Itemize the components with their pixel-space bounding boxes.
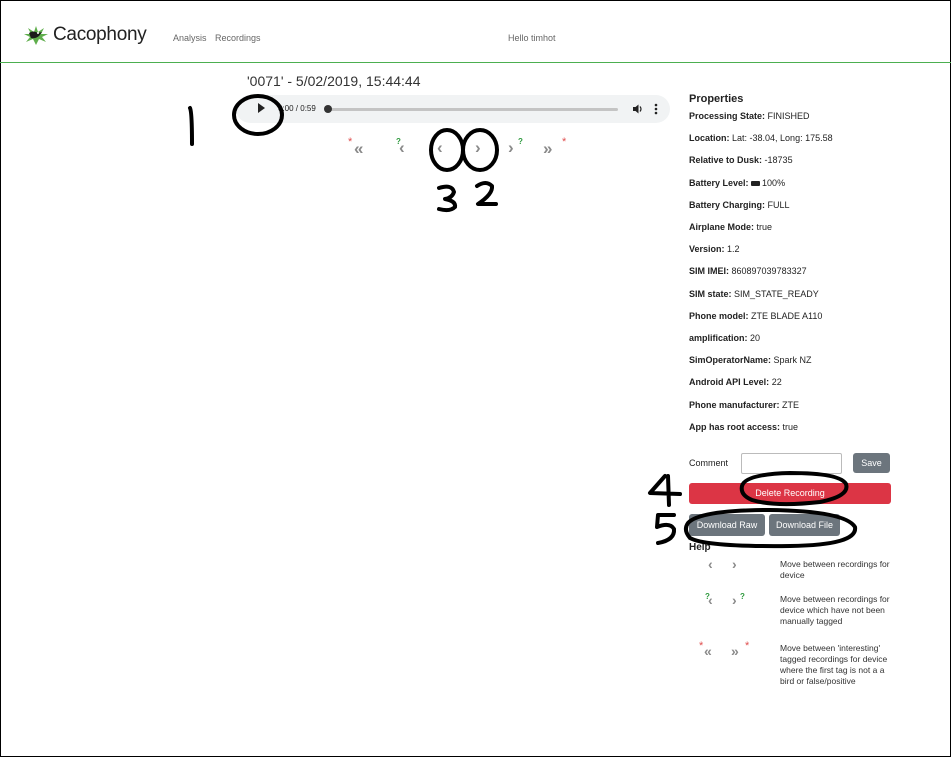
property-row: amplification: 20 bbox=[689, 333, 760, 343]
property-key: Airplane Mode: bbox=[689, 222, 755, 232]
help-text-interesting: Move between 'interesting' tagged record… bbox=[780, 643, 888, 686]
help-next-untagged-icon: › bbox=[732, 592, 737, 608]
seek-bar[interactable] bbox=[326, 108, 618, 111]
delete-recording-button[interactable]: Delete Recording bbox=[689, 483, 891, 504]
interesting-star-icon: * bbox=[562, 136, 567, 148]
property-key: Battery Charging: bbox=[689, 199, 766, 210]
property-value: 860897039783327 bbox=[731, 266, 807, 277]
property-value: 20 bbox=[750, 333, 761, 343]
brand[interactable]: Cacophony bbox=[23, 24, 147, 46]
brand-name: Cacophony bbox=[53, 24, 147, 45]
property-key: Processing State: bbox=[689, 111, 766, 121]
save-comment-button[interactable]: Save bbox=[853, 453, 890, 473]
download-file-button[interactable]: Download File bbox=[769, 514, 840, 536]
property-row: SIM IMEI: 860897039783327 bbox=[689, 266, 807, 276]
property-row: App has root access: true bbox=[689, 422, 798, 432]
property-key: Version: bbox=[689, 244, 725, 255]
property-row: SIM state: SIM_STATE_READY bbox=[689, 289, 819, 299]
user-greeting[interactable]: Hello timhot bbox=[508, 33, 556, 43]
volume-icon[interactable] bbox=[632, 103, 644, 115]
property-row: Battery Level: 100% bbox=[689, 178, 785, 188]
property-value: Lat: -38.04, Long: 175.58 bbox=[732, 133, 833, 144]
untagged-mark-icon: ? bbox=[740, 592, 745, 601]
property-key: Battery Level: bbox=[689, 177, 749, 188]
property-value: ZTE BLADE A110 bbox=[751, 310, 823, 321]
property-row: Processing State: FINISHED bbox=[689, 111, 810, 121]
property-key: SIM IMEI: bbox=[689, 266, 729, 277]
help-prev-icon: ‹ bbox=[708, 556, 713, 572]
next-recording-icon[interactable]: › bbox=[475, 139, 481, 156]
property-key: Phone manufacturer: bbox=[689, 399, 780, 410]
prev-interesting-icon[interactable]: « bbox=[354, 140, 363, 157]
more-options-icon[interactable] bbox=[654, 102, 658, 116]
comment-input[interactable] bbox=[741, 453, 842, 474]
playback-time: 0:00 / 0:59 bbox=[278, 104, 316, 113]
property-value: FULL bbox=[767, 199, 790, 210]
help-next-interesting-icon: » bbox=[731, 643, 739, 659]
property-key: SimOperatorName: bbox=[689, 355, 772, 366]
property-value: 1.2 bbox=[727, 244, 740, 255]
interesting-star-icon: * bbox=[348, 136, 353, 148]
property-row: Version: 1.2 bbox=[689, 244, 740, 254]
property-row: Relative to Dusk: -18735 bbox=[689, 155, 793, 165]
property-key: SIM state: bbox=[689, 288, 732, 299]
property-value: true bbox=[782, 421, 799, 432]
property-key: Android API Level: bbox=[689, 377, 770, 388]
nav-link-analysis[interactable]: Analysis bbox=[173, 33, 207, 43]
seek-handle[interactable] bbox=[324, 105, 332, 113]
property-row: Phone model: ZTE BLADE A110 bbox=[689, 311, 822, 321]
property-row: Android API Level: 22 bbox=[689, 377, 782, 387]
property-key: Location: bbox=[689, 133, 730, 144]
properties-title: Properties bbox=[689, 93, 744, 105]
property-value: Spark NZ bbox=[773, 355, 812, 366]
nav-link-recordings[interactable]: Recordings bbox=[215, 33, 261, 43]
download-raw-button[interactable]: Download Raw bbox=[689, 514, 765, 536]
property-value: FINISHED bbox=[767, 111, 810, 121]
untagged-mark-icon: ? bbox=[518, 137, 523, 146]
property-key: Phone model: bbox=[689, 310, 749, 321]
comment-label: Comment bbox=[689, 458, 729, 468]
property-row: Airplane Mode: true bbox=[689, 222, 772, 232]
audio-player: 0:00 / 0:59 bbox=[236, 95, 670, 123]
help-title: Help bbox=[689, 542, 711, 553]
help-text-prev-next: Move between recordings for device bbox=[780, 559, 890, 580]
battery-icon bbox=[751, 180, 761, 186]
navbar: Cacophony Analysis Recordings Hello timh… bbox=[0, 0, 951, 63]
property-row: Phone manufacturer: ZTE bbox=[689, 400, 799, 410]
property-value: -18735 bbox=[764, 155, 793, 166]
help-next-icon: › bbox=[732, 556, 737, 572]
help-prev-interesting-icon: « bbox=[704, 643, 712, 659]
recording-title: '0071' - 5/02/2019, 15:44:44 bbox=[247, 73, 421, 89]
property-row: SimOperatorName: Spark NZ bbox=[689, 355, 812, 365]
bird-logo-icon bbox=[24, 26, 48, 45]
property-value: 22 bbox=[771, 377, 782, 388]
play-icon[interactable] bbox=[258, 103, 265, 113]
property-key: amplification: bbox=[689, 333, 748, 343]
prev-recording-icon[interactable]: ‹ bbox=[437, 139, 443, 156]
property-row: Battery Charging: FULL bbox=[689, 200, 790, 210]
property-value: SIM_STATE_READY bbox=[734, 288, 819, 299]
property-key: Relative to Dusk: bbox=[689, 155, 763, 166]
interesting-star-icon: * bbox=[699, 640, 704, 652]
property-value: true bbox=[756, 222, 773, 232]
property-value: ZTE bbox=[782, 399, 800, 410]
help-text-untagged: Move between recordings for device which… bbox=[780, 594, 890, 626]
property-row: Location: Lat: -38.04, Long: 175.58 bbox=[689, 133, 833, 143]
property-key: App has root access: bbox=[689, 421, 781, 432]
next-untagged-icon[interactable]: › bbox=[508, 139, 514, 156]
property-value: 100% bbox=[762, 177, 786, 188]
help-prev-untagged-icon: ‹ bbox=[708, 592, 713, 608]
prev-untagged-icon[interactable]: ‹ bbox=[399, 139, 405, 156]
next-interesting-icon[interactable]: » bbox=[543, 140, 552, 157]
interesting-star-icon: * bbox=[745, 640, 750, 652]
